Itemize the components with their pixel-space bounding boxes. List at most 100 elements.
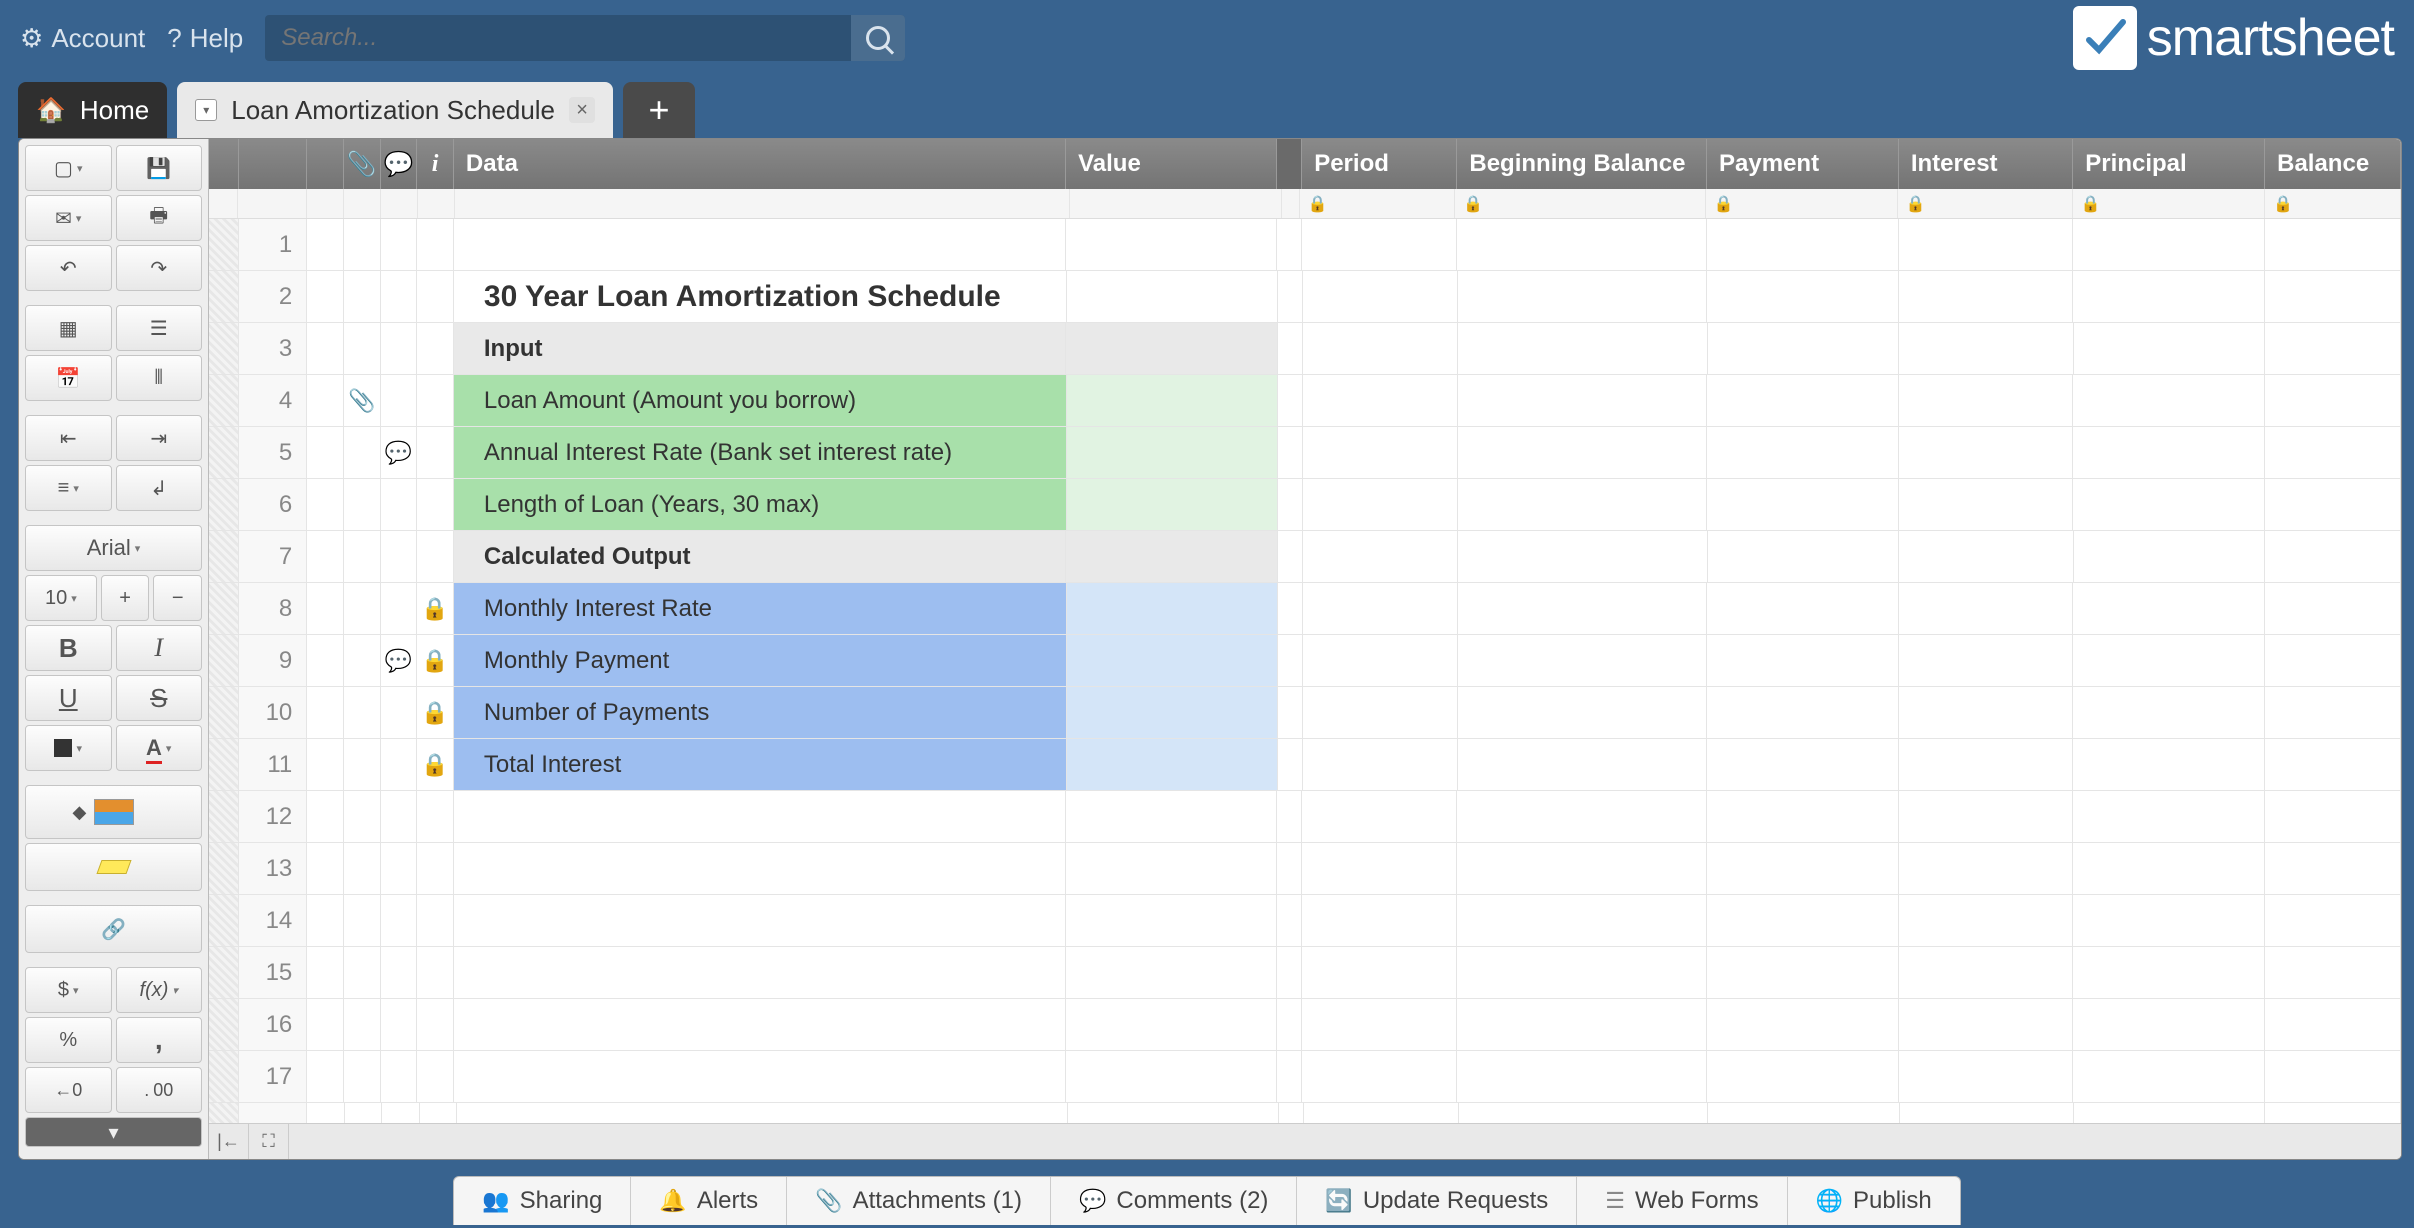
cell-balance[interactable]	[2265, 1051, 2401, 1102]
expand-button[interactable]: ⛶	[249, 1124, 289, 1159]
cell-interest[interactable]	[1899, 271, 2073, 322]
cell-data[interactable]: Monthly Interest Rate	[454, 583, 1067, 634]
cell-beginning-balance[interactable]	[1457, 999, 1707, 1050]
cell-comment[interactable]: 💬	[381, 635, 418, 686]
row-handle[interactable]	[209, 947, 239, 998]
row-number[interactable]: 8	[239, 583, 307, 634]
cell-lock[interactable]	[417, 323, 454, 374]
col-expand[interactable]	[209, 139, 239, 189]
cell-beginning-balance[interactable]	[1458, 635, 1708, 686]
font-size-select[interactable]: 10 ▾	[25, 575, 97, 621]
cell-period[interactable]	[1303, 375, 1458, 426]
fill-color-button[interactable]: ▾	[25, 725, 112, 771]
cell-balance[interactable]	[2265, 687, 2401, 738]
cell-period[interactable]	[1303, 427, 1458, 478]
cell-comment[interactable]	[381, 999, 418, 1050]
cell-value[interactable]	[1067, 687, 1278, 738]
col-balance[interactable]: Balance	[2265, 139, 2401, 189]
cell-interest[interactable]	[1899, 687, 2073, 738]
cell-attach[interactable]	[344, 1051, 381, 1102]
search-input[interactable]	[265, 24, 851, 52]
cell-balance[interactable]	[2265, 791, 2401, 842]
cell-attach[interactable]	[344, 271, 381, 322]
row-number[interactable]: 11	[239, 739, 307, 790]
row-handle[interactable]	[209, 583, 239, 634]
cell-beginning-balance[interactable]	[1457, 895, 1707, 946]
col-principal[interactable]: Principal	[2073, 139, 2265, 189]
cell-attach[interactable]	[344, 323, 381, 374]
cell-attach[interactable]	[344, 999, 381, 1050]
cell-interest[interactable]	[1899, 219, 2073, 270]
cell-principal[interactable]	[2073, 479, 2265, 530]
row-number[interactable]: 1	[239, 219, 307, 270]
col-period[interactable]: Period	[1302, 139, 1457, 189]
cell-data[interactable]: Number of Payments	[454, 687, 1067, 738]
row-handle[interactable]	[209, 219, 239, 270]
alerts-button[interactable]: 🔔Alerts	[631, 1177, 787, 1225]
currency-button[interactable]: $▾	[25, 967, 112, 1013]
row-handle[interactable]	[209, 791, 239, 842]
cell-lock[interactable]	[417, 1051, 454, 1102]
indent-button[interactable]: ⇥	[116, 415, 203, 461]
update-requests-button[interactable]: 🔄Update Requests	[1297, 1177, 1577, 1225]
row-handle[interactable]	[209, 479, 239, 530]
cell-principal[interactable]	[2073, 375, 2265, 426]
col-flag[interactable]	[307, 139, 344, 189]
cell-period[interactable]	[1303, 583, 1458, 634]
mail-button[interactable]: ✉▾	[25, 195, 112, 241]
font-select[interactable]: Arial ▾	[25, 525, 202, 571]
cell-beginning-balance[interactable]	[1457, 843, 1707, 894]
cell-lock[interactable]	[417, 271, 454, 322]
cell-payment[interactable]	[1707, 271, 1899, 322]
font-decrease-button[interactable]: −	[153, 575, 202, 621]
cell-lock[interactable]	[417, 531, 454, 582]
cell-attach[interactable]	[344, 427, 381, 478]
cell-payment[interactable]	[1708, 531, 1900, 582]
cell-interest[interactable]	[1899, 739, 2073, 790]
cell-principal[interactable]	[2073, 791, 2265, 842]
cell-period[interactable]	[1303, 635, 1458, 686]
conditional-format-button[interactable]	[25, 785, 202, 839]
cell-data[interactable]	[454, 219, 1066, 270]
cell-beginning-balance[interactable]	[1458, 583, 1708, 634]
percent-button[interactable]: %	[25, 1017, 112, 1063]
cell-comment[interactable]: 💬	[381, 427, 418, 478]
cell-value[interactable]	[1066, 531, 1278, 582]
cell-period[interactable]	[1303, 739, 1458, 790]
tab-sheet[interactable]: ▾ Loan Amortization Schedule ×	[177, 82, 613, 138]
cell-flag[interactable]	[307, 271, 344, 322]
cell-comment[interactable]	[381, 1051, 418, 1102]
cell-flag[interactable]	[307, 583, 344, 634]
cell-principal[interactable]	[2073, 583, 2265, 634]
row-number[interactable]: 14	[239, 895, 307, 946]
cell-attach[interactable]	[344, 895, 381, 946]
cell-value[interactable]	[1066, 219, 1277, 270]
cell-flag[interactable]	[307, 791, 344, 842]
col-info[interactable]: i	[417, 139, 454, 189]
row-handle[interactable]	[209, 271, 239, 322]
cell-interest[interactable]	[1899, 1051, 2073, 1102]
cell-value[interactable]	[1067, 635, 1278, 686]
cell-flag[interactable]	[307, 843, 344, 894]
cell-payment[interactable]	[1707, 791, 1899, 842]
sharing-button[interactable]: 👥Sharing	[454, 1177, 631, 1225]
cell-lock[interactable]: 🔒	[417, 583, 454, 634]
row-handle[interactable]	[209, 427, 239, 478]
cell-principal[interactable]	[2073, 219, 2265, 270]
row-handle[interactable]	[209, 635, 239, 686]
cell-interest[interactable]	[1899, 427, 2073, 478]
cell-attach[interactable]	[344, 583, 381, 634]
cell-payment[interactable]	[1707, 1051, 1899, 1102]
cell-data[interactable]: Calculated Output	[454, 531, 1066, 582]
cell-balance[interactable]	[2265, 427, 2401, 478]
cell-beginning-balance[interactable]	[1458, 375, 1708, 426]
col-comment[interactable]: 💬	[381, 139, 418, 189]
row-number[interactable]: 16	[239, 999, 307, 1050]
cell-balance[interactable]	[2265, 843, 2401, 894]
cell-interest[interactable]	[1899, 843, 2073, 894]
cell-payment[interactable]	[1707, 947, 1899, 998]
cell-attach[interactable]	[344, 531, 381, 582]
cell-period[interactable]	[1302, 1051, 1457, 1102]
cell-beginning-balance[interactable]	[1458, 271, 1708, 322]
cell-payment[interactable]	[1707, 895, 1899, 946]
